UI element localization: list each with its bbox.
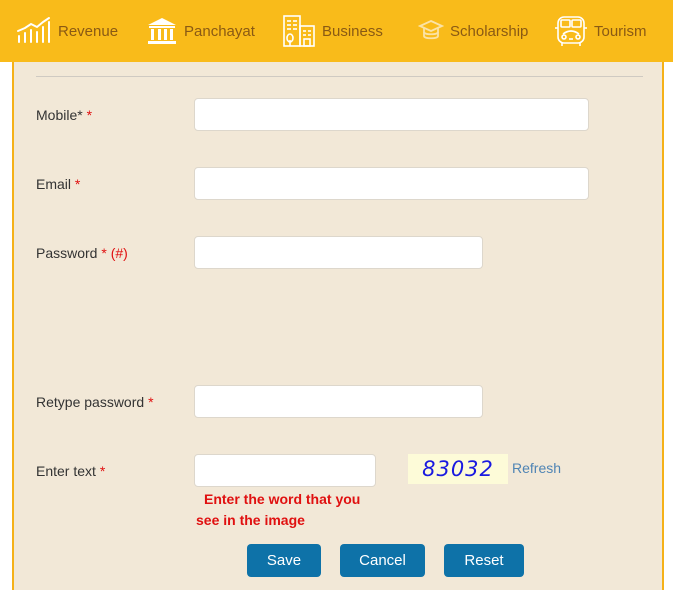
nav-label-panchayat: Panchayat [184,22,255,40]
captcha-refresh-link[interactable]: Refresh [512,460,561,476]
captcha-image-text: 83032 [422,457,494,481]
captcha-label: Enter text * [36,463,105,479]
captcha-hint: Enter the word that you see in the image [196,489,376,531]
section-divider [36,76,643,77]
bus-icon [555,16,587,46]
captcha-input[interactable] [194,454,376,487]
retype-password-label: Retype password * [36,394,154,410]
nav-item-revenue[interactable]: Revenue [16,0,118,62]
save-button[interactable]: Save [247,544,321,577]
nav-label-business: Business [322,22,383,40]
retype-password-label-text: Retype password [36,394,145,410]
cancel-button[interactable]: Cancel [340,544,425,577]
nav-item-scholarship[interactable]: Scholarship [418,0,528,62]
mobile-label: Mobile* * [36,107,92,123]
nav-label-tourism: Tourism [594,22,647,40]
nav-item-tourism[interactable]: Tourism [554,0,647,62]
required-mark: * [86,107,93,123]
building-columns-icon [148,18,176,44]
graduation-cap-icon [418,20,444,40]
captcha-hint-line-2: see in the image [196,512,305,528]
nav-label-scholarship: Scholarship [450,22,529,40]
required-mark: * [101,245,107,261]
registration-form-panel: Mobile* * Email * Password * (#) Retype … [12,62,664,590]
password-label-text: Password [36,245,98,261]
mobile-label-text: Mobile* [36,107,83,123]
password-label: Password * (#) [36,245,128,261]
email-input[interactable] [194,167,589,200]
nav-item-business[interactable]: Business [282,0,383,62]
captcha-image: 83032 [408,454,508,484]
required-mark: * [148,394,154,410]
top-navigation-bar: Revenue Panchayat Business Scholarship T… [0,0,673,62]
mobile-input[interactable] [194,98,589,131]
required-mark: * [74,176,81,192]
password-input[interactable] [194,236,483,269]
captcha-hint-line-1: Enter the word that you [204,491,361,507]
chart-growth-icon [17,17,50,43]
email-label-text: Email [36,176,72,192]
retype-password-input[interactable] [194,385,483,418]
nav-item-panchayat[interactable]: Panchayat [146,0,255,62]
reset-button[interactable]: Reset [444,544,524,577]
captcha-label-text: Enter text [36,463,96,479]
email-label: Email * [36,176,80,192]
office-buildings-icon [283,15,315,47]
password-rules-note[interactable]: (#) [111,245,128,261]
nav-label-revenue: Revenue [58,22,119,40]
required-mark: * [99,463,106,479]
